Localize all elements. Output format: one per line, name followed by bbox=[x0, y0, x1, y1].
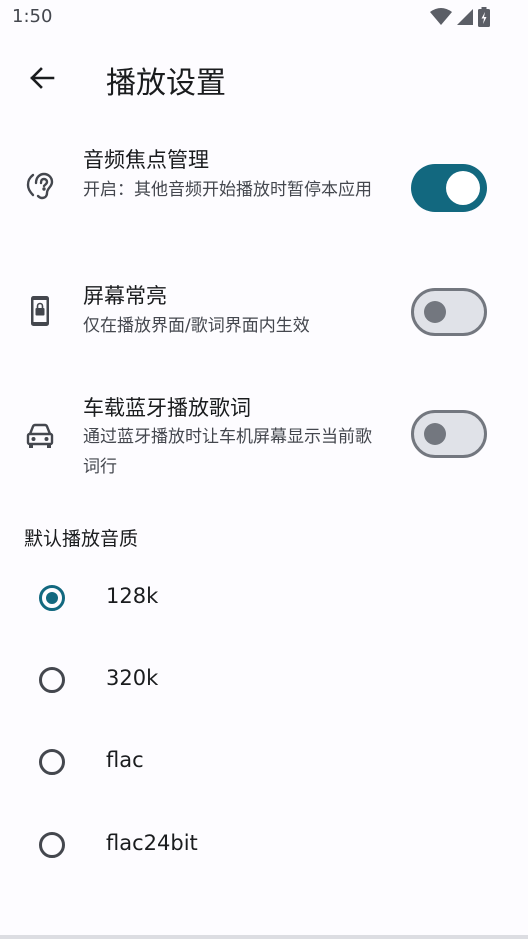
arrow-back-icon bbox=[30, 67, 55, 89]
quality-option-128k[interactable]: 128k bbox=[0, 568, 528, 628]
switch-thumb bbox=[424, 423, 446, 445]
radio-button[interactable] bbox=[39, 749, 65, 775]
app-bar: 播放设置 bbox=[0, 36, 528, 120]
switch-thumb bbox=[446, 171, 480, 205]
cell-signal-icon bbox=[457, 9, 473, 25]
battery-charging-icon bbox=[478, 7, 490, 27]
status-bar: 1:50 bbox=[0, 0, 528, 36]
radio-button[interactable] bbox=[39, 832, 65, 858]
bottom-divider bbox=[0, 935, 528, 939]
screen-lock-portrait-icon bbox=[24, 295, 56, 327]
wifi-icon bbox=[430, 8, 452, 25]
keep-screen-on-switch[interactable] bbox=[411, 288, 487, 336]
back-button[interactable] bbox=[22, 58, 62, 98]
status-time: 1:50 bbox=[12, 6, 53, 27]
quality-option-320k[interactable]: 320k bbox=[0, 650, 528, 710]
car-icon bbox=[24, 420, 56, 452]
radio-dot bbox=[46, 592, 58, 604]
switch-thumb bbox=[424, 301, 446, 323]
setting-title: 屏幕常亮 bbox=[83, 284, 167, 308]
setting-description: 开启：其他音频开始播放时暂停本应用 bbox=[83, 180, 372, 200]
page-title: 播放设置 bbox=[106, 66, 226, 101]
radio-label: flac bbox=[106, 748, 144, 772]
status-icons bbox=[430, 7, 490, 27]
setting-description: 通过蓝牙播放时让车机屏幕显示当前歌词行 bbox=[83, 427, 372, 477]
radio-label: 128k bbox=[106, 584, 159, 608]
car-bluetooth-lyrics-switch[interactable] bbox=[411, 410, 487, 458]
setting-title: 车载蓝牙播放歌词 bbox=[83, 396, 251, 420]
setting-audio-focus[interactable]: 音频焦点管理 开启：其他音频开始播放时暂停本应用 bbox=[0, 140, 528, 250]
setting-description: 仅在播放界面/歌词界面内生效 bbox=[83, 316, 310, 336]
radio-label: 320k bbox=[106, 666, 159, 690]
radio-button-checked[interactable] bbox=[39, 585, 65, 611]
setting-car-bluetooth-lyrics[interactable]: 车载蓝牙播放歌词 通过蓝牙播放时让车机屏幕显示当前歌词行 bbox=[0, 388, 528, 488]
radio-label: flac24bit bbox=[106, 831, 198, 855]
quality-section-header: 默认播放音质 bbox=[24, 528, 139, 550]
hearing-icon bbox=[24, 170, 56, 202]
quality-option-flac[interactable]: flac bbox=[0, 732, 528, 792]
quality-option-flac24bit[interactable]: flac24bit bbox=[0, 815, 528, 875]
setting-title: 音频焦点管理 bbox=[83, 148, 209, 172]
setting-keep-screen-on[interactable]: 屏幕常亮 仅在播放界面/歌词界面内生效 bbox=[0, 278, 528, 348]
audio-focus-switch[interactable] bbox=[411, 164, 487, 212]
radio-button[interactable] bbox=[39, 667, 65, 693]
